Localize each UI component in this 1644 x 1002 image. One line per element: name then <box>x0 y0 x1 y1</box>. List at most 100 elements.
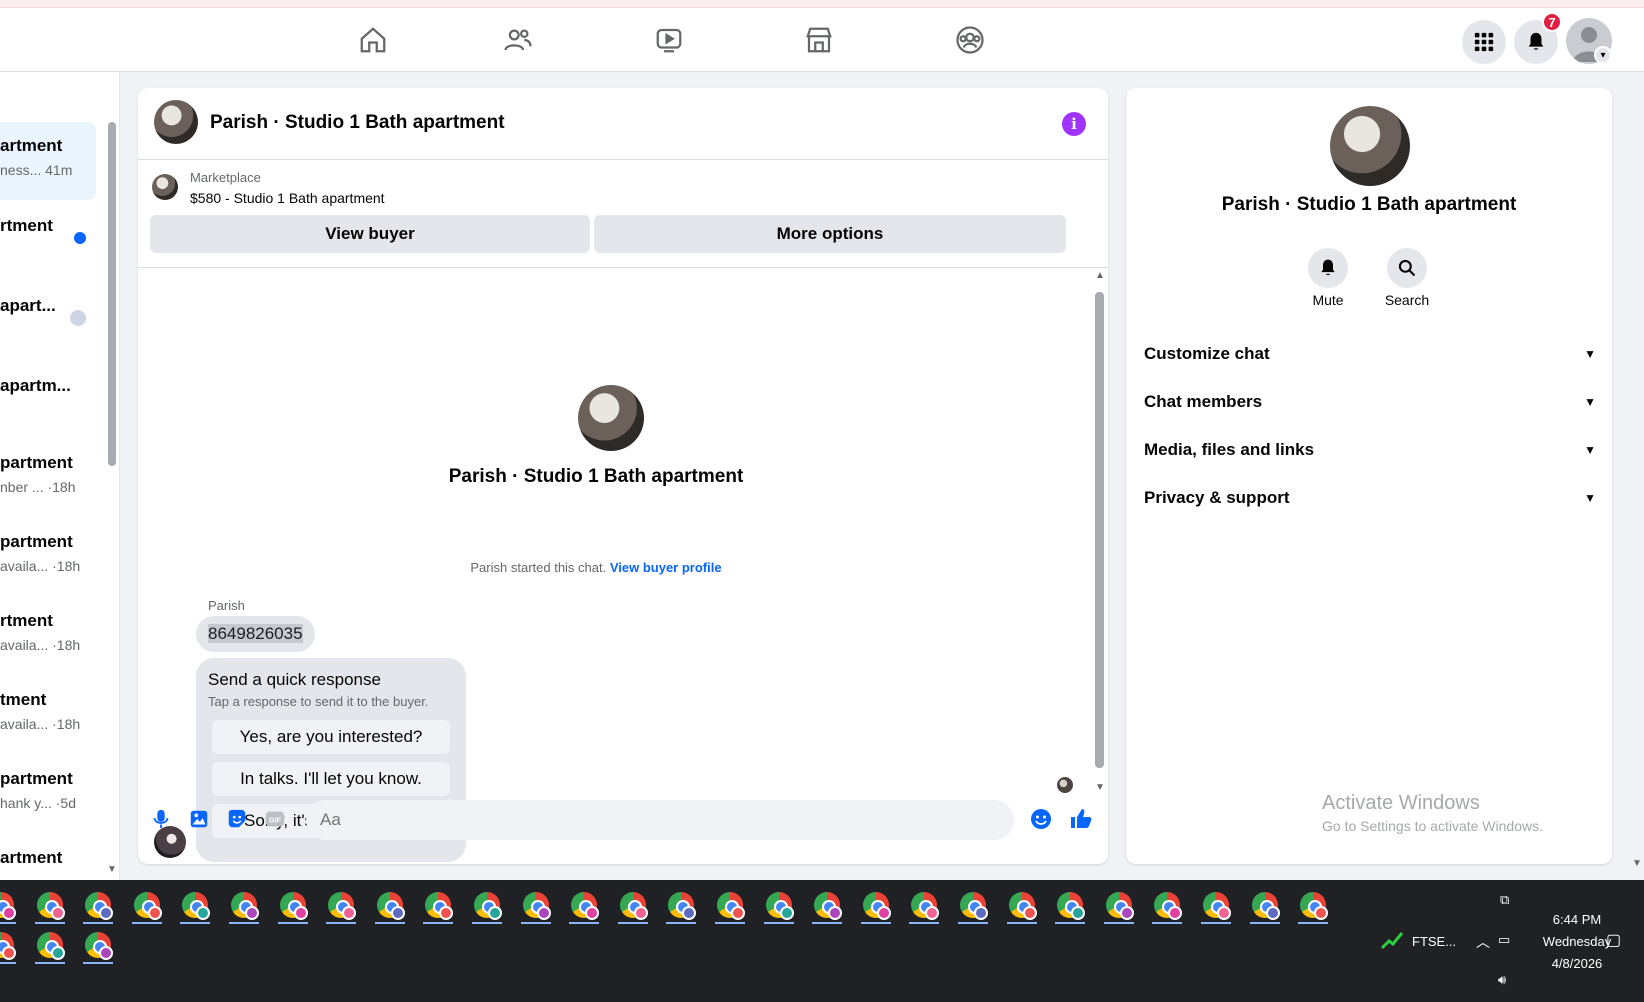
microphone-icon[interactable] <box>148 806 174 832</box>
conversation-title[interactable]: Parish · Studio 1 Bath apartment <box>210 112 505 134</box>
seen-avatar <box>70 310 86 326</box>
photo-icon[interactable] <box>186 806 212 832</box>
chrome-profile-taskbar-icon[interactable] <box>1003 886 1041 924</box>
chat-list-item[interactable]: rtment availa... ·18h <box>0 597 96 675</box>
clock-date[interactable]: 4/8/2026 <box>1532 956 1622 971</box>
notifications-button[interactable]: 7 <box>1514 12 1562 64</box>
chat-list-title: rtment <box>0 216 53 235</box>
groups-icon[interactable] <box>952 22 988 58</box>
chrome-profile-taskbar-icon[interactable] <box>614 886 652 924</box>
chat-list-item[interactable]: rtment <box>0 202 96 280</box>
notification-center-icon[interactable]: ▢ <box>1606 930 1621 950</box>
sticker-icon[interactable] <box>224 806 250 832</box>
network-icon[interactable]: ▭ <box>1498 932 1510 948</box>
menu-grid-button[interactable] <box>1462 20 1506 64</box>
chrome-profile-taskbar-icon[interactable] <box>31 886 69 924</box>
stock-ticker[interactable]: FTSE... <box>1412 934 1456 949</box>
chrome-profile-taskbar-icon[interactable] <box>79 886 117 924</box>
chat-members-section[interactable]: Chat members ▼ <box>1144 384 1596 420</box>
chrome-profile-taskbar-icon[interactable] <box>954 886 992 924</box>
search-button[interactable] <box>1387 248 1427 288</box>
mute-button[interactable] <box>1308 248 1348 288</box>
chat-list-item[interactable]: partment availa... ·18h <box>0 518 96 596</box>
chrome-profile-taskbar-icon[interactable] <box>905 886 943 924</box>
chevron-down-icon[interactable]: ▾ <box>1594 46 1612 64</box>
chrome-profile-taskbar-icon[interactable] <box>1148 886 1186 924</box>
profile-badge-icon <box>342 906 357 920</box>
chat-list-item[interactable]: tment availa... ·18h <box>0 676 96 754</box>
chrome-profile-taskbar-icon[interactable] <box>1100 886 1138 924</box>
chrome-profile-taskbar-icon[interactable] <box>0 926 20 964</box>
view-buyer-profile-link[interactable]: View buyer profile <box>610 560 722 575</box>
chrome-profile-taskbar-icon[interactable] <box>808 886 846 924</box>
chrome-profile-taskbar-icon[interactable] <box>322 886 360 924</box>
quick-response-option[interactable]: Yes, are you interested? <box>212 720 450 754</box>
home-icon[interactable] <box>355 22 391 58</box>
chrome-profile-taskbar-icon[interactable] <box>711 886 749 924</box>
emoji-icon[interactable] <box>1028 806 1054 832</box>
profile-badge-icon <box>974 906 988 920</box>
chat-list-item[interactable]: artment ness... 41m <box>0 122 96 200</box>
chrome-profile-taskbar-icon[interactable] <box>1051 886 1089 924</box>
chat-list-item[interactable]: partment hank y... ·5d <box>0 755 96 833</box>
clock-time[interactable]: 6:44 PM <box>1532 912 1622 927</box>
chrome-profile-taskbar-icon[interactable] <box>176 886 214 924</box>
more-options-button[interactable]: More options <box>594 215 1066 253</box>
meet-now-icon[interactable]: ⧉ <box>1500 892 1509 908</box>
chrome-profile-taskbar-icon[interactable] <box>517 886 555 924</box>
browser-edge-line <box>0 0 1644 8</box>
chrome-profile-taskbar-icon[interactable] <box>857 886 895 924</box>
chrome-profile-taskbar-icon[interactable] <box>1246 886 1284 924</box>
profile-badge-icon <box>731 906 745 920</box>
chat-list-item[interactable]: partment nber ... ·18h <box>0 439 96 517</box>
chat-list-scrollbar[interactable] <box>108 122 116 466</box>
stock-chart-icon[interactable] <box>1380 930 1404 950</box>
chrome-profile-taskbar-icon[interactable] <box>468 886 506 924</box>
chrome-profile-taskbar-icon[interactable] <box>225 886 263 924</box>
message-bubble[interactable]: 8649826035 <box>196 616 315 652</box>
profile-badge-icon <box>99 946 114 960</box>
chrome-profile-taskbar-icon[interactable] <box>1197 886 1235 924</box>
view-buyer-button[interactable]: View buyer <box>150 215 590 253</box>
running-indicator <box>131 922 162 924</box>
gif-icon[interactable]: GIF <box>262 806 288 832</box>
chrome-profile-taskbar-icon[interactable] <box>760 886 798 924</box>
chat-list-item[interactable]: artment <box>0 834 96 880</box>
profile-badge-icon <box>1022 906 1037 920</box>
chrome-profile-taskbar-icon[interactable] <box>0 886 20 924</box>
chrome-profile-taskbar-icon[interactable] <box>371 886 409 924</box>
scroll-up-arrow[interactable]: ▲ <box>1095 270 1105 281</box>
privacy-support-section[interactable]: Privacy & support ▼ <box>1144 480 1596 516</box>
running-indicator <box>1103 922 1134 924</box>
chevron-up-icon[interactable]: ︿ <box>1476 932 1490 952</box>
chrome-profile-taskbar-icon[interactable] <box>419 886 457 924</box>
running-indicator <box>326 922 357 924</box>
info-icon[interactable]: i <box>1062 112 1086 136</box>
watch-icon[interactable] <box>651 22 687 58</box>
page-scroll-down-arrow[interactable]: ▼ <box>1632 858 1642 869</box>
scroll-down-arrow[interactable]: ▼ <box>107 864 117 875</box>
profile-badge-icon <box>2 946 16 960</box>
chat-profile-photo[interactable] <box>1330 106 1410 186</box>
chrome-profile-taskbar-icon[interactable] <box>662 886 700 924</box>
chrome-profile-taskbar-icon[interactable] <box>1294 886 1332 924</box>
chat-list-item[interactable]: apart... <box>0 282 96 360</box>
media-files-links-section[interactable]: Media, files and links ▼ <box>1144 432 1596 468</box>
scroll-down-arrow[interactable]: ▼ <box>1095 782 1105 793</box>
chrome-profile-taskbar-icon[interactable] <box>565 886 603 924</box>
chrome-profile-taskbar-icon[interactable] <box>31 926 69 964</box>
conversation-scrollbar[interactable] <box>1095 292 1104 768</box>
volume-icon[interactable]: 🔊︎ <box>1498 972 1506 988</box>
chrome-profile-taskbar-icon[interactable] <box>274 886 312 924</box>
message-text: 8649826035 <box>208 624 303 643</box>
chrome-profile-taskbar-icon[interactable] <box>128 886 166 924</box>
message-input[interactable] <box>306 800 1014 840</box>
listing-title[interactable]: $580 - Studio 1 Bath apartment <box>190 190 385 206</box>
chat-list-item[interactable]: apartm... <box>0 362 96 440</box>
chrome-profile-taskbar-icon[interactable] <box>79 926 117 964</box>
friends-icon[interactable] <box>500 22 536 58</box>
marketplace-icon[interactable] <box>801 22 837 58</box>
customize-chat-section[interactable]: Customize chat ▼ <box>1144 336 1596 372</box>
like-icon[interactable] <box>1068 806 1094 832</box>
chat-thumbnail[interactable] <box>154 100 198 144</box>
